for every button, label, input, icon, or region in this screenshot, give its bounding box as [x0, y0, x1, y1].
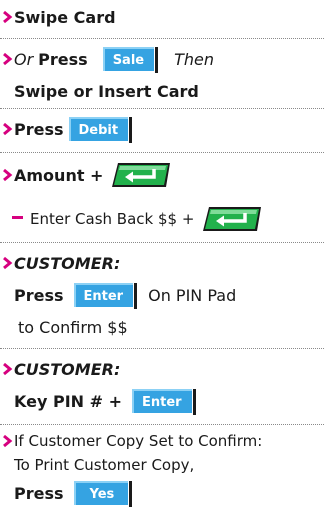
chevron-right-icon [3, 10, 13, 24]
step-line: Press Yes [14, 480, 133, 507]
step-text: Swipe Card [14, 7, 116, 27]
step-line: Enter Cash Back $$ + [30, 206, 265, 232]
step-text: If Customer Copy Set to Confirm: [14, 432, 263, 450]
step-line: Key PIN # + Enter [14, 388, 196, 415]
step-text: Amount + [14, 165, 104, 185]
divider [0, 242, 324, 243]
divider [0, 38, 324, 39]
step-text-line3: to Confirm $$ [18, 317, 128, 337]
step-text: On PIN Pad [148, 285, 237, 305]
step-line: CUSTOMER: [3, 356, 121, 382]
chevron-right-icon [3, 52, 13, 66]
press-text: Press [14, 119, 64, 139]
chevron-right-icon [3, 256, 13, 270]
step-text-line2: Swipe or Insert Card [14, 81, 199, 101]
customer-label: CUSTOMER: [14, 253, 121, 273]
divider [0, 424, 324, 425]
step-text: Enter Cash Back $$ + [30, 210, 195, 228]
sale-key-button[interactable]: Sale [102, 47, 159, 73]
dash-icon [12, 216, 23, 219]
yes-key-button[interactable]: Yes [73, 481, 133, 507]
step-line: Swipe or Insert Card [14, 78, 199, 104]
enter-arrow-icon[interactable] [108, 161, 174, 189]
step-line: Press Debit [3, 116, 132, 143]
step-press-debit: Press Debit [0, 110, 324, 152]
step-cash-back: Enter Cash Back $$ + [0, 200, 324, 240]
step-text: Key PIN # + [14, 391, 122, 411]
press-text: Press [14, 285, 64, 305]
step-line: CUSTOMER: [3, 250, 121, 276]
press-text: Press [14, 483, 64, 503]
divider [0, 152, 324, 153]
or-text: Or [14, 49, 34, 69]
step-line: To Print Customer Copy, [14, 452, 194, 478]
step-line: to Confirm $$ [18, 314, 128, 340]
customer-label: CUSTOMER: [14, 359, 121, 379]
press-text: Press [38, 49, 88, 69]
step-swipe-card: Swipe Card [0, 0, 324, 38]
chevron-right-icon [3, 434, 13, 448]
enter-key-button[interactable]: Enter [132, 389, 196, 415]
divider [0, 348, 324, 349]
step-amount: Amount + [0, 154, 324, 196]
step-print-copy: If Customer Copy Set to Confirm: To Prin… [0, 426, 324, 507]
chevron-right-icon [3, 122, 13, 136]
chevron-right-icon [3, 362, 13, 376]
step-line: Swipe Card [3, 4, 116, 30]
step-customer-pin: CUSTOMER: Key PIN # + Enter [0, 350, 324, 422]
enter-arrow-icon[interactable] [199, 205, 265, 233]
divider [0, 108, 324, 109]
step-line: Or Press Sale Then [3, 46, 215, 73]
step-or-press-sale: Or Press Sale Then Swipe or Insert Card [0, 40, 324, 106]
step-line: Amount + [3, 161, 174, 189]
step-text-line2: To Print Customer Copy, [14, 456, 195, 474]
enter-key-button[interactable]: Enter [73, 283, 137, 309]
then-text: Then [174, 49, 215, 69]
step-line: If Customer Copy Set to Confirm: [3, 428, 263, 454]
debit-key-button[interactable]: Debit [68, 117, 132, 143]
step-customer-confirm: CUSTOMER: Press Enter On PIN Pad to Conf… [0, 244, 324, 348]
step-line: Press Enter On PIN Pad [14, 282, 237, 309]
chevron-right-icon [3, 168, 13, 182]
